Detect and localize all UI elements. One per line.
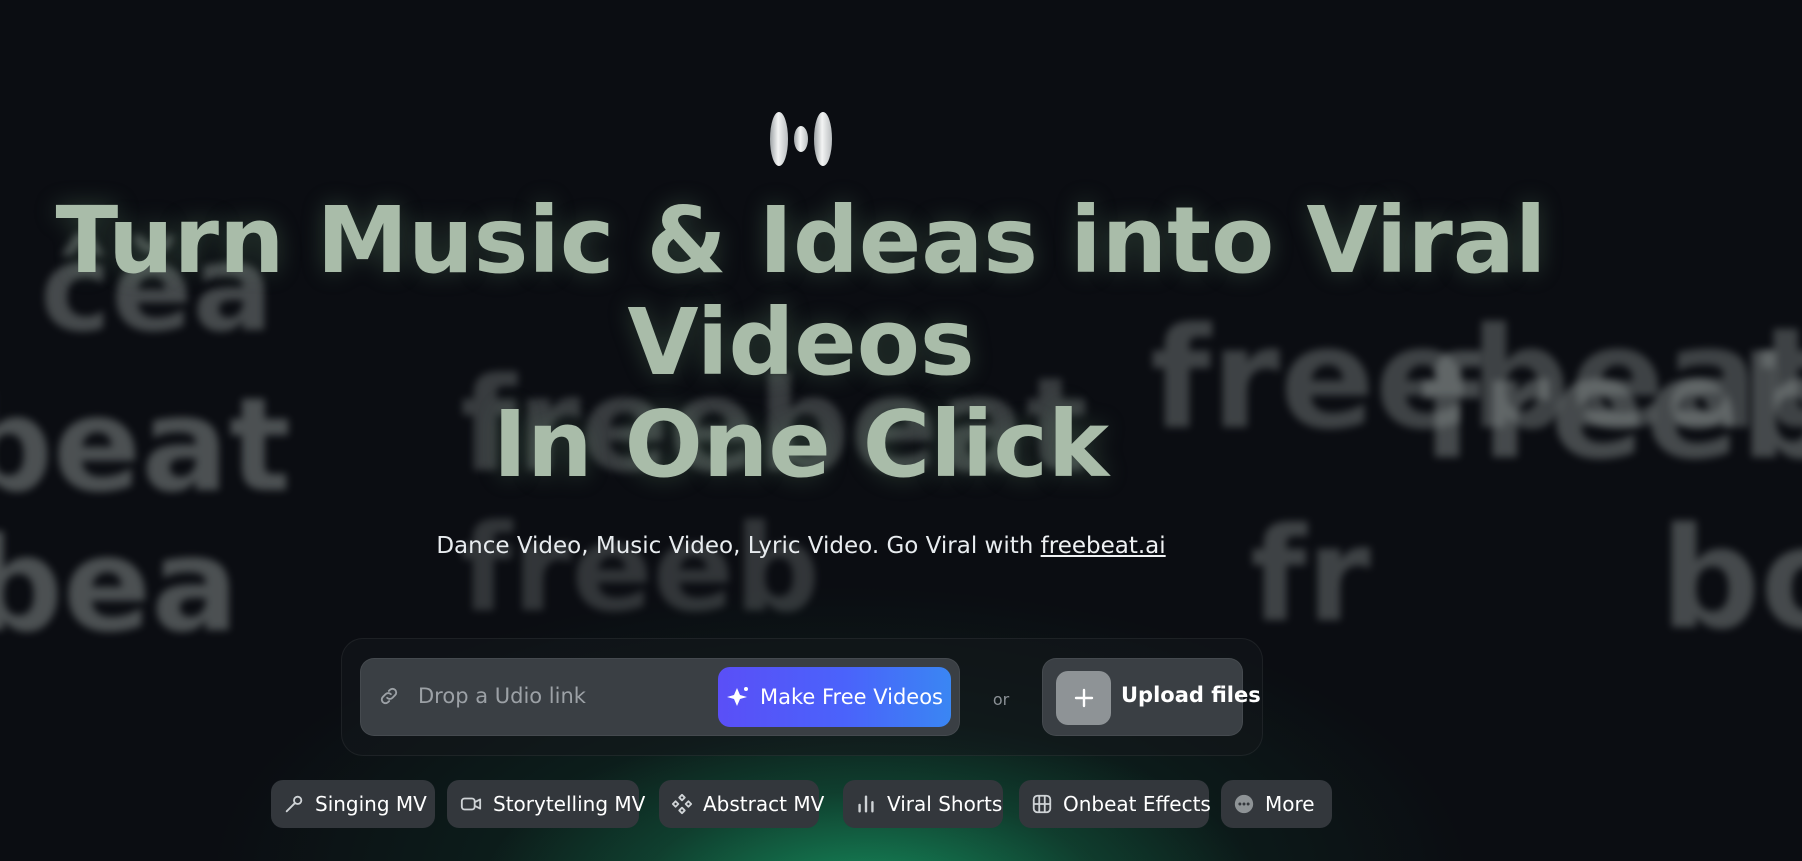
more-dots-icon — [1234, 794, 1254, 814]
chip-singing-mv[interactable]: Singing MV — [271, 780, 435, 828]
chip-label: Viral Shorts — [887, 792, 1003, 816]
sparkle-icon — [726, 687, 748, 706]
hero-subtitle: Dance Video, Music Video, Lyric Video. G… — [0, 533, 1602, 559]
landing-page: ĉĕa beat bea freebeat freeb freebeat fr … — [0, 0, 1802, 861]
or-separator: or — [992, 690, 1010, 709]
hero-headline: Turn Music & Ideas into Viral Videos In … — [0, 190, 1602, 496]
chip-label: Abstract MV — [703, 792, 825, 816]
upload-button-label: Upload files — [1121, 683, 1261, 707]
udio-link-input[interactable] — [404, 676, 704, 716]
diamond-cluster-icon — [671, 793, 693, 815]
make-button-label: Make Free Videos — [759, 685, 943, 709]
chip-label: More — [1265, 792, 1315, 816]
microphone-icon — [285, 795, 303, 813]
film-icon — [1032, 794, 1052, 814]
freebeat-logo — [768, 112, 836, 168]
background-word: bo — [1660, 498, 1802, 661]
hero-title-line: Turn Music & Ideas into Viral — [55, 187, 1547, 294]
subtitle-text: Dance Video, Music Video, Lyric Video. G… — [436, 533, 1041, 559]
plus-icon — [1056, 671, 1111, 725]
hero-title-line: Videos — [627, 289, 975, 396]
chip-more[interactable]: More — [1221, 780, 1332, 828]
chip-onbeat-effects[interactable]: Onbeat Effects — [1019, 780, 1211, 828]
hero-title-line: In One Click — [492, 391, 1110, 498]
make-free-videos-button[interactable]: Make Free Videos — [718, 667, 951, 727]
background-word: fr — [1250, 499, 1371, 651]
link-icon — [380, 687, 398, 705]
upload-files-button[interactable]: Upload files — [1042, 658, 1261, 736]
chip-label: Onbeat Effects — [1063, 792, 1211, 816]
chip-viral-shorts[interactable]: Viral Shorts — [843, 780, 1003, 828]
video-camera-icon — [460, 797, 482, 811]
chip-storytelling-mv[interactable]: Storytelling MV — [447, 780, 645, 828]
freebeat-link[interactable]: freebeat.ai — [1041, 533, 1166, 559]
chip-label: Singing MV — [315, 792, 427, 816]
chip-abstract-mv[interactable]: Abstract MV — [659, 780, 824, 828]
bar-chart-icon — [858, 795, 874, 813]
background-word: freeb — [460, 500, 821, 639]
chip-label: Storytelling MV — [493, 792, 646, 816]
